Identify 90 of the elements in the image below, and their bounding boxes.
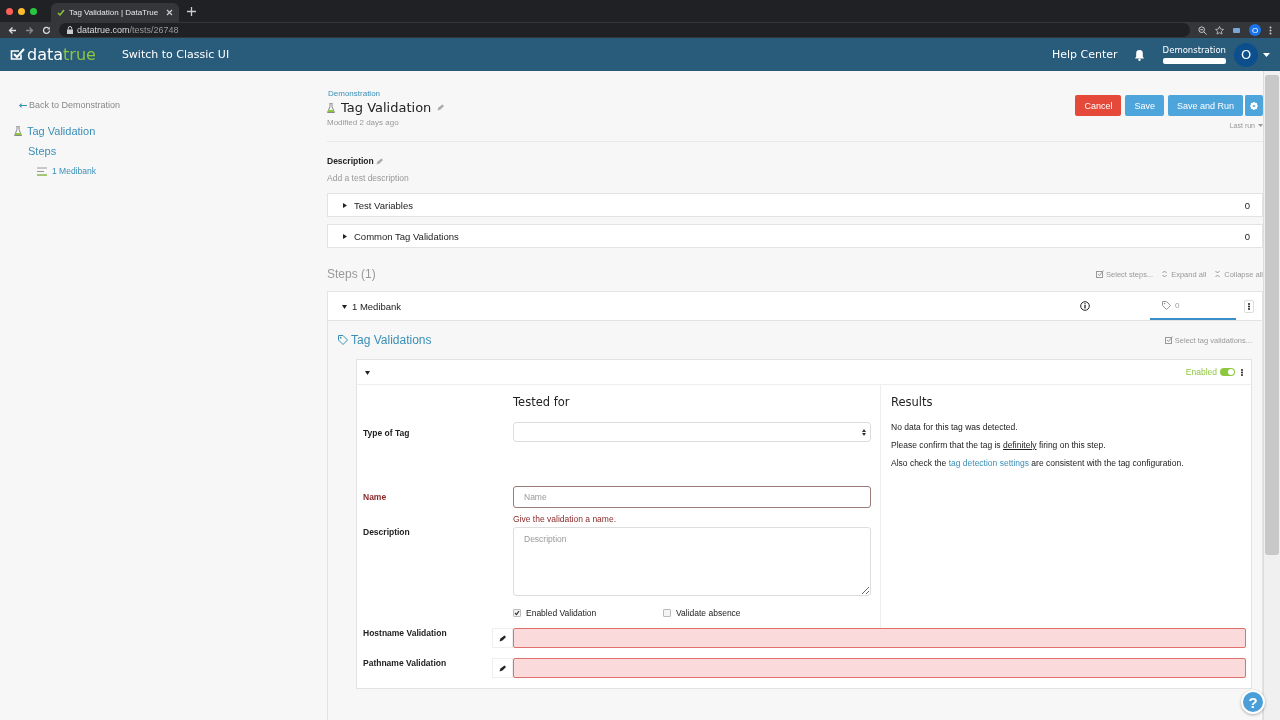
- star-icon[interactable]: [1215, 25, 1224, 35]
- save-button[interactable]: Save and Run: [1167, 95, 1243, 116]
- info-icon[interactable]: [1080, 301, 1090, 311]
- save-button[interactable]: Save: [1125, 95, 1164, 116]
- pattern-field[interactable]: [513, 628, 1246, 648]
- forward-icon[interactable]: [25, 25, 34, 35]
- edit-button[interactable]: [492, 628, 513, 648]
- check-icon: [514, 610, 520, 616]
- modified-text: Modified 2 days ago: [327, 118, 400, 127]
- lock-icon: [67, 26, 73, 34]
- checkbox-icon: [1096, 270, 1105, 278]
- sort-icon: [862, 428, 866, 436]
- collapsible-panel[interactable]: Common Tag Validations 0: [327, 224, 1263, 248]
- minimize-window-icon[interactable]: [18, 7, 25, 15]
- more-menu[interactable]: [1244, 299, 1254, 313]
- description-placeholder[interactable]: Add a test description: [327, 173, 1263, 183]
- pencil-icon: [499, 634, 506, 642]
- error-message: Give the validation a name.: [513, 514, 617, 524]
- flask-icon: [14, 126, 22, 136]
- description-label: Description: [327, 156, 374, 166]
- extension-icon[interactable]: [1232, 25, 1241, 35]
- account-name[interactable]: Demonstration: [1162, 45, 1226, 55]
- tag-icon: [1162, 300, 1171, 310]
- back-link[interactable]: Back to Demonstration: [19, 100, 327, 110]
- enabled-label: Enabled: [1185, 367, 1217, 377]
- check-box-icon: [10, 48, 25, 61]
- arrow-left-icon: [19, 102, 27, 108]
- name-field[interactable]: Name: [513, 486, 871, 508]
- caret-icon[interactable]: [1263, 52, 1270, 57]
- back-icon[interactable]: [8, 25, 17, 35]
- settings-link[interactable]: tag detection settings: [948, 458, 1029, 468]
- caret-icon[interactable]: [342, 202, 347, 208]
- maximize-window-icon[interactable]: [30, 7, 37, 15]
- help-center-link[interactable]: Help Center: [1052, 48, 1118, 61]
- nav-link[interactable]: Steps: [28, 145, 327, 157]
- step-title[interactable]: 1 Medibank: [352, 300, 1080, 312]
- close-icon[interactable]: [166, 9, 173, 16]
- address-bar[interactable]: datatrue.com/tests/26748: [59, 23, 1190, 37]
- zoom-icon[interactable]: [1198, 25, 1207, 35]
- results-text: Please confirm that the tag is definitely firing on this step.: [891, 440, 1107, 450]
- step-link[interactable]: 1 Medibank: [37, 166, 327, 176]
- field-label: Name: [363, 491, 388, 502]
- new-tab-icon[interactable]: [187, 6, 196, 16]
- user-avatar[interactable]: O: [1234, 42, 1258, 67]
- nav-link[interactable]: Tag Validation: [14, 125, 327, 137]
- test-title: Tag Validation: [341, 100, 432, 115]
- field-label: Pathname Validation: [363, 658, 448, 668]
- steps-heading: Steps (1): [327, 267, 376, 281]
- checkbox[interactable]: Enabled Validation: [513, 608, 663, 618]
- tag-icon: [338, 335, 348, 345]
- classic-ui-link[interactable]: Switch to Classic UI: [121, 48, 230, 61]
- browser-tab[interactable]: Tag Validation | DataTrue: [51, 3, 179, 22]
- enabled-toggle[interactable]: [1220, 368, 1235, 376]
- caret-icon[interactable]: [365, 369, 370, 375]
- field-label: Description: [363, 527, 411, 537]
- caret-icon: [1258, 124, 1263, 127]
- reload-icon[interactable]: [42, 25, 51, 35]
- flask-icon: [327, 102, 335, 113]
- pattern-field[interactable]: [513, 658, 1246, 678]
- list-icon: [37, 166, 47, 176]
- section-heading: Tag Validations: [351, 333, 432, 347]
- menu-icon[interactable]: [1269, 25, 1272, 35]
- caret-icon[interactable]: [342, 303, 347, 309]
- pencil-icon: [499, 664, 506, 672]
- field-label: Hostname Validation: [363, 628, 448, 638]
- column-heading: Tested for: [513, 395, 571, 409]
- datatrue-logo[interactable]: datatrue: [10, 45, 96, 64]
- term-link[interactable]: definitely: [1003, 440, 1037, 450]
- bell-icon[interactable]: [1133, 48, 1145, 61]
- cancel-button[interactable]: Cancel: [1075, 95, 1122, 116]
- gear-icon: [1250, 101, 1258, 110]
- breadcrumb-link[interactable]: Demonstration: [328, 89, 445, 98]
- checkbox-icon: [1164, 336, 1173, 344]
- checkbox[interactable]: Validate absence: [663, 608, 813, 618]
- field-label: Type of Tag: [363, 427, 411, 438]
- check-icon: [57, 8, 65, 17]
- description-field[interactable]: Description: [513, 527, 871, 596]
- collapsible-panel[interactable]: Test Variables 0: [327, 193, 1263, 217]
- edit-button[interactable]: [492, 658, 513, 678]
- account-bar: [1162, 58, 1226, 64]
- column-heading: Results: [891, 395, 934, 409]
- results-text: Also check the tag detection settings are consistent with the tag configuration.: [891, 458, 1185, 468]
- collapse-icon: [1214, 270, 1223, 278]
- settings-button[interactable]: [1244, 95, 1263, 116]
- expand-icon: [1161, 270, 1170, 278]
- profile-avatar[interactable]: O: [1249, 24, 1261, 36]
- close-window-icon[interactable]: [6, 7, 13, 15]
- results-text: No data for this tag was detected.: [891, 422, 1019, 432]
- caret-icon[interactable]: [342, 233, 347, 239]
- scrollbar-thumb[interactable]: [1265, 75, 1279, 555]
